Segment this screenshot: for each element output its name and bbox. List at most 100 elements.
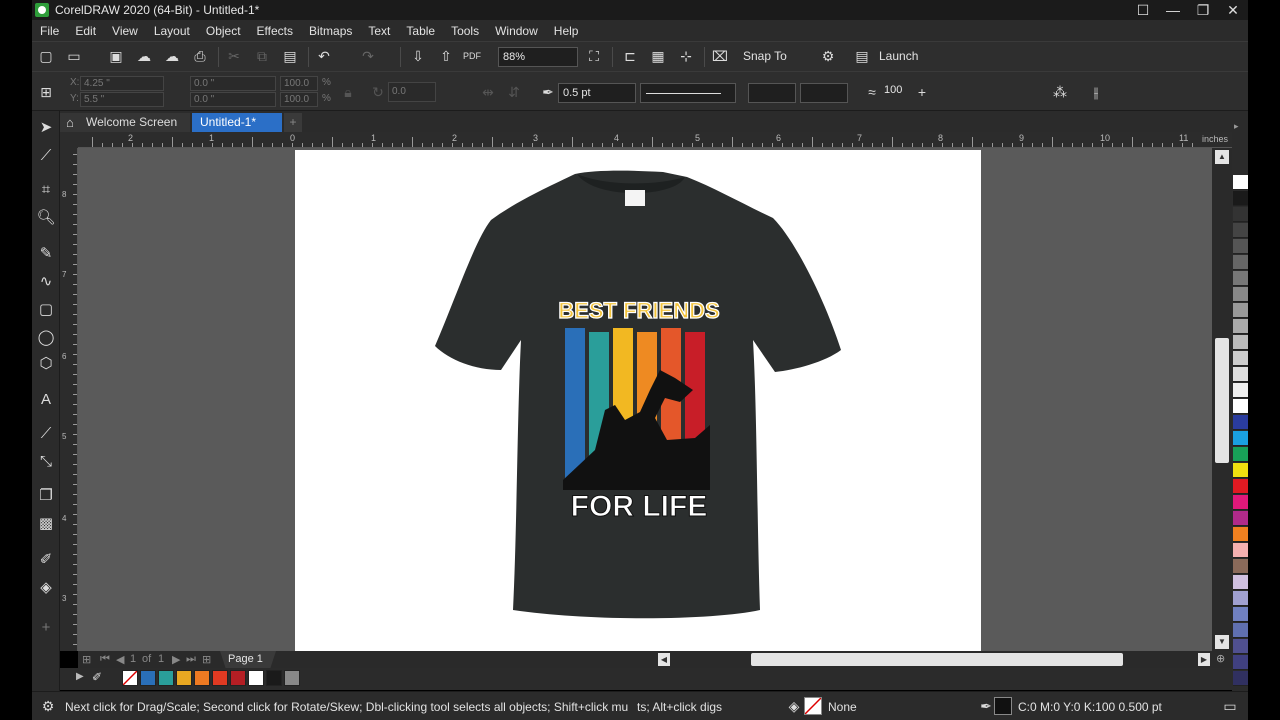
ruler-origin-corner[interactable] [60,132,78,148]
scroll-right-arrow-icon[interactable]: ▶ [1198,653,1210,666]
menu-object[interactable]: Object [206,24,241,38]
pick-tool-icon[interactable]: ➤ [34,115,58,139]
palette-swatch[interactable] [1233,255,1248,270]
outline-style-select[interactable] [640,83,736,103]
x-position-field[interactable]: 4.25 " [80,76,164,91]
transparency-tool-icon[interactable]: ▩ [34,511,58,535]
drop-shadow-tool-icon[interactable]: ❐ [34,483,58,507]
open-folder-icon[interactable]: ▭ [64,46,84,66]
status-options-gear-icon[interactable]: ⚙ [38,696,58,716]
first-page-icon[interactable]: ⏮ [100,653,110,666]
palette-swatch[interactable] [1233,447,1248,462]
export-icon[interactable]: ⇧ [436,46,456,66]
palette-swatch[interactable] [1233,559,1248,574]
palette-swatch[interactable] [248,670,264,686]
palette-eyedropper-icon[interactable]: ✐ [92,670,102,684]
current-page-number[interactable]: 1 [130,653,136,665]
snap-to-dropdown[interactable]: Snap To [743,49,787,63]
palette-swatch[interactable] [1233,591,1248,606]
scroll-down-arrow-icon[interactable]: ▼ [1215,635,1229,649]
menu-tools[interactable]: Tools [451,24,479,38]
palette-expand-icon[interactable]: ▶ [76,671,84,682]
lock-ratio-icon[interactable]: 🔒︎ [338,82,358,102]
palette-swatch[interactable] [1233,287,1248,302]
height-field[interactable]: 0.0 " [190,92,276,107]
page-origin-icon[interactable]: ⊞ [36,82,56,102]
palette-swatch[interactable] [1233,239,1248,254]
prev-page-icon[interactable]: ◀ [116,653,124,666]
scroll-left-arrow-icon[interactable]: ◀ [658,653,670,666]
palette-swatch[interactable] [1233,303,1248,318]
rectangle-tool-icon[interactable]: ▢ [34,297,58,321]
select-all-nodes-icon[interactable]: ⁂ [1050,82,1070,102]
page-1-tab[interactable]: Page 1 [220,651,276,668]
palette-swatch[interactable] [1233,671,1248,686]
horizontal-ruler[interactable]: inches 2 1 0 1 2 3 4 5 6 7 8 9 10 11 [78,132,1232,148]
freehand-tool-icon[interactable]: ✎ [34,241,58,265]
redo-icon[interactable]: ↷ [358,46,378,66]
scale-height-field[interactable]: 100.0 [280,92,318,107]
close-button[interactable]: ✕ [1218,0,1248,20]
menu-layout[interactable]: Layout [154,24,190,38]
palette-swatch[interactable] [1233,175,1248,190]
print-icon[interactable]: ⎙ [190,46,210,66]
palette-swatch[interactable] [1233,415,1248,430]
menu-view[interactable]: View [112,24,138,38]
outline-color-swatch[interactable] [994,697,1012,715]
vertical-scroll-thumb[interactable] [1215,338,1229,463]
palette-swatch[interactable] [176,670,192,686]
palette-swatch[interactable] [212,670,228,686]
parallel-dimension-tool-icon[interactable]: ⟋ [34,421,58,445]
cloud-upload-icon[interactable]: ☁ [162,46,182,66]
document-page[interactable]: BEST FRIENDS FOR LIFE [295,150,981,651]
import-icon[interactable]: ⇩ [408,46,428,66]
add-tab-button[interactable]: + [284,113,302,132]
palette-swatch[interactable] [1233,527,1248,542]
palette-swatch[interactable] [1233,319,1248,334]
end-arrowhead-select[interactable] [800,83,848,103]
mirror-horizontal-icon[interactable]: ⇹ [478,82,498,102]
palette-swatch[interactable] [1233,399,1248,414]
palette-swatch[interactable] [1233,511,1248,526]
shape-tool-icon[interactable]: ⟋ [34,143,58,167]
scale-width-field[interactable]: 100.0 [280,76,318,91]
launch-dropdown[interactable]: Launch [879,49,918,63]
width-field[interactable]: 0.0 " [190,76,276,91]
menu-effects[interactable]: Effects [257,24,293,38]
show-rulers-icon[interactable]: ⊏ [620,46,640,66]
cloud-download-icon[interactable]: ☁ [134,46,154,66]
minimize-button[interactable]: — [1158,0,1188,20]
connector-tool-icon[interactable]: ⤡ [34,449,58,473]
palette-swatch[interactable] [1233,431,1248,446]
vertical-ruler[interactable]: 8 7 6 5 4 3 [60,148,78,651]
zoom-tool-icon[interactable]: 🔍︎ [34,205,58,229]
add-tool-icon[interactable]: + [34,615,58,639]
menu-window[interactable]: Window [495,24,538,38]
polygon-tool-icon[interactable]: ⬡ [34,351,58,375]
palette-swatch[interactable] [1233,223,1248,238]
palette-swatch[interactable] [1233,655,1248,670]
scroll-up-arrow-icon[interactable]: ▲ [1215,150,1229,164]
palette-swatch[interactable] [266,670,282,686]
palette-swatch[interactable] [1233,607,1248,622]
palette-swatch[interactable] [230,670,246,686]
tab-welcome-screen[interactable]: ⌂ Welcome Screen [60,113,190,132]
start-arrowhead-select[interactable] [748,83,796,103]
show-grid-icon[interactable]: ▦ [648,46,668,66]
pdf-export-icon[interactable]: PDF [462,46,482,66]
eyedropper-tool-icon[interactable]: ✐ [34,547,58,571]
account-icon[interactable]: ☐ [1128,0,1158,20]
palette-swatch[interactable] [1233,367,1248,382]
palette-swatch[interactable] [1233,575,1248,590]
new-document-icon[interactable]: ▢ [36,46,56,66]
menu-text[interactable]: Text [368,24,390,38]
drawing-canvas[interactable]: BEST FRIENDS FOR LIFE [78,148,1212,651]
options-gear-icon[interactable]: ⚙ [818,46,838,66]
palette-swatch[interactable] [1233,207,1248,222]
rotation-angle-field[interactable]: 0.0 [388,82,436,102]
interactive-fill-tool-icon[interactable]: ◈ [34,575,58,599]
snap-off-icon[interactable]: ⌧ [710,46,730,66]
palette-swatch[interactable] [1233,639,1248,654]
smoothing-value[interactable]: 100 [884,84,902,96]
menu-bitmaps[interactable]: Bitmaps [309,24,352,38]
